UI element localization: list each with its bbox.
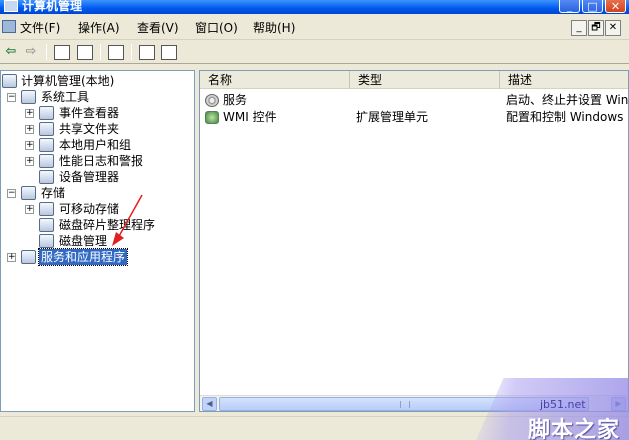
close-button[interactable]: ✕: [605, 0, 626, 13]
tree-item-storage[interactable]: − 存储: [1, 185, 191, 201]
disk-management-icon: [39, 234, 54, 248]
tree-item-label: 存储: [41, 186, 66, 200]
tree-item-root[interactable]: 计算机管理(本地): [1, 73, 191, 89]
expand-icon[interactable]: +: [25, 109, 34, 118]
minimize-button[interactable]: _: [559, 0, 580, 13]
expand-icon[interactable]: +: [25, 125, 34, 134]
help-icon[interactable]: [139, 45, 155, 60]
device-manager-icon: [39, 170, 54, 184]
up-folder-icon[interactable]: [54, 45, 70, 60]
tree-item-label-selected: 服务和应用程序: [37, 248, 129, 266]
event-viewer-icon: [39, 106, 54, 120]
menu-action[interactable]: 操作(A): [78, 19, 120, 36]
tree-item-label: 事件查看器: [59, 106, 120, 120]
item-type: 扩展管理单元: [356, 110, 429, 124]
computer-icon: [2, 74, 17, 88]
mdi-close-button[interactable]: ✕: [605, 20, 621, 36]
tree-item-label: 设备管理器: [59, 170, 120, 184]
menu-help[interactable]: 帮助(H): [253, 19, 295, 36]
tree-item-device-manager[interactable]: 设备管理器: [1, 169, 191, 185]
item-name: WMI 控件: [223, 110, 277, 124]
details-pane: 名称 类型 描述 服务 启动、终止并设置 Win WMI 控件 扩展管理单元 配…: [199, 70, 629, 412]
expand-icon[interactable]: +: [25, 141, 34, 150]
grip-icon: [400, 401, 410, 408]
mdi-controls: _ 🗗 ✕: [570, 19, 621, 36]
menu-window[interactable]: 窗口(O): [195, 19, 238, 36]
tree-item-services-apps[interactable]: + 服务和应用程序: [1, 248, 191, 266]
toolbar-separator: [131, 44, 132, 60]
storage-icon: [21, 186, 36, 200]
tree-item-label: 本地用户和组: [59, 138, 132, 152]
tree-item-removable-storage[interactable]: + 可移动存储: [1, 201, 191, 217]
services-icon: [205, 94, 219, 107]
list-item[interactable]: 服务 启动、终止并设置 Win: [200, 92, 629, 109]
maximize-button[interactable]: □: [582, 0, 603, 13]
collapse-icon[interactable]: −: [7, 93, 16, 102]
wmi-control-icon: [205, 111, 219, 124]
services-apps-icon: [21, 250, 36, 264]
menu-view[interactable]: 查看(V): [137, 19, 179, 36]
document-icon[interactable]: [2, 20, 16, 33]
tree-item-shared-folders[interactable]: + 共享文件夹: [1, 121, 191, 137]
scroll-left-icon[interactable]: ◀: [202, 397, 217, 411]
watermark-site: jb51.net: [540, 398, 586, 411]
tree-item-event-viewer[interactable]: + 事件查看器: [1, 105, 191, 121]
item-description: 配置和控制 Windows M: [506, 110, 629, 124]
tree-item-label: 计算机管理(本地): [21, 74, 115, 88]
properties-icon[interactable]: [161, 45, 177, 60]
expand-icon[interactable]: +: [25, 157, 34, 166]
performance-icon: [39, 154, 54, 168]
toolbar: ⇦ ⇨: [0, 40, 629, 64]
tree-item-local-users[interactable]: + 本地用户和组: [1, 137, 191, 153]
toolbar-separator: [46, 44, 47, 60]
defrag-icon: [39, 218, 54, 232]
expand-icon[interactable]: +: [25, 205, 34, 214]
column-header-row: 名称 类型 描述: [200, 71, 628, 89]
title-bar: 计算机管理 _ □ ✕: [0, 0, 629, 14]
column-header-name[interactable]: 名称: [200, 71, 350, 89]
annotation-arrow: [112, 194, 143, 246]
tree-item-label: 系统工具: [41, 90, 90, 104]
watermark-brand: 脚本之家: [528, 418, 621, 440]
menu-bar: 文件(F) 操作(A) 查看(V) 窗口(O) 帮助(H) _ 🗗 ✕: [0, 14, 629, 40]
removable-storage-icon: [39, 202, 54, 216]
back-arrow-icon[interactable]: ⇦: [2, 43, 20, 61]
tree-item-system-tools[interactable]: − 系统工具: [1, 89, 191, 105]
mdi-restore-button[interactable]: 🗗: [588, 20, 604, 36]
tree-item-defrag[interactable]: 磁盘碎片整理程序: [1, 217, 191, 233]
window-title: 计算机管理: [22, 0, 83, 13]
collapse-icon[interactable]: −: [7, 189, 16, 198]
item-name: 服务: [223, 93, 248, 107]
export-list-icon[interactable]: [108, 45, 124, 60]
users-icon: [39, 138, 54, 152]
console-tree[interactable]: 计算机管理(本地) − 系统工具 + 事件查看器 + 共享文件夹 + 本地用户和…: [0, 70, 195, 412]
shared-folder-icon: [39, 122, 54, 136]
list-item[interactable]: WMI 控件 扩展管理单元 配置和控制 Windows M: [200, 109, 629, 126]
tree-item-label: 共享文件夹: [59, 122, 120, 136]
column-header-type[interactable]: 类型: [350, 71, 500, 89]
computer-management-icon: [4, 0, 18, 12]
tree-item-perf-logs[interactable]: + 性能日志和警报: [1, 153, 191, 169]
toolbar-separator: [100, 44, 101, 60]
tree-item-disk-management[interactable]: 磁盘管理: [1, 233, 191, 249]
expand-icon[interactable]: +: [7, 253, 16, 262]
tree-item-label: 磁盘管理: [59, 234, 108, 248]
menu-file[interactable]: 文件(F): [20, 19, 60, 36]
toolbox-icon: [21, 90, 36, 104]
show-hide-tree-icon[interactable]: [77, 45, 93, 60]
mdi-minimize-button[interactable]: _: [571, 20, 587, 36]
tree-item-label: 性能日志和警报: [59, 154, 144, 168]
item-description: 启动、终止并设置 Win: [506, 93, 629, 107]
column-header-description[interactable]: 描述: [500, 71, 628, 89]
forward-arrow-icon[interactable]: ⇨: [22, 43, 40, 61]
